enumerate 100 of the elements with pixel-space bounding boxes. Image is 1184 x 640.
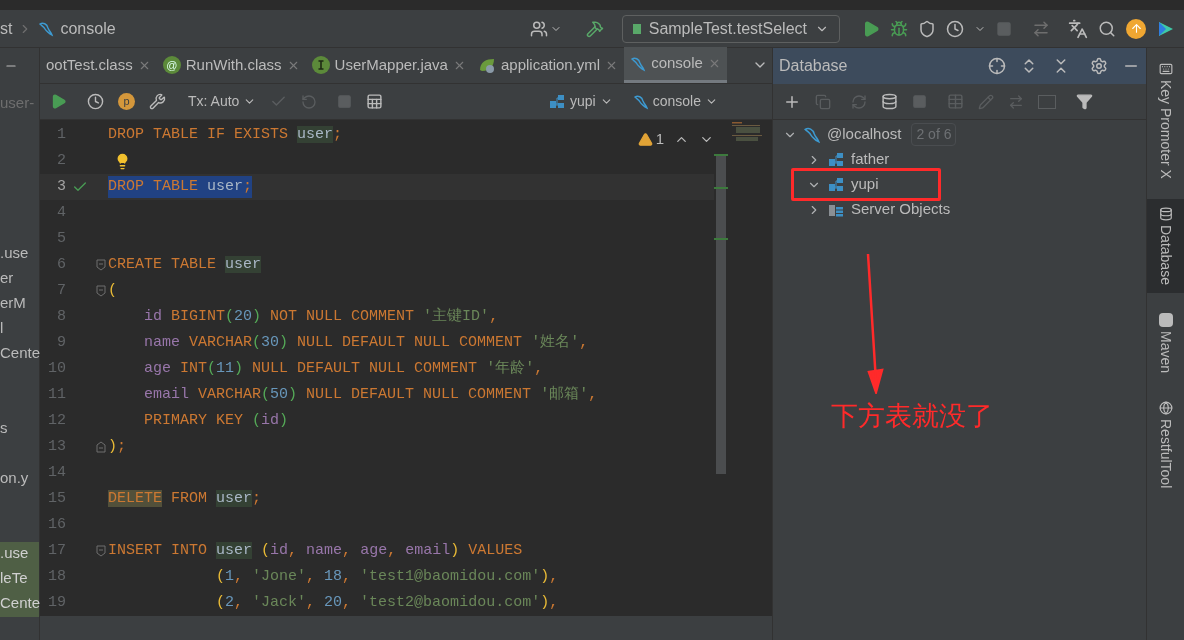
settings-icon[interactable] [1090,57,1108,75]
panel-title: Database [779,56,848,76]
coverage-icon[interactable] [918,19,936,38]
history-icon[interactable] [87,93,104,110]
code-line: email VARCHAR(50) NULL DEFAULT NULL COMMENT '邮箱', [143,384,598,405]
jump-icon[interactable] [1008,93,1024,110]
output-table-icon[interactable] [366,93,384,110]
translate-icon[interactable] [1068,18,1088,39]
line-number: 18 [47,566,66,587]
line-number: 4 [56,202,66,223]
code-line: name VARCHAR(30) NULL DEFAULT NULL COMMENT '姓名', [143,332,589,353]
annotation-text: 下方表就没了 [831,400,993,433]
editor-tab[interactable]: console [624,47,727,83]
table-icon[interactable] [947,93,964,110]
duplicate-icon[interactable] [815,93,831,110]
tree-item[interactable]: Server Objects [807,197,1146,222]
tree-item[interactable]: yupi [807,172,1146,197]
schema-icon [548,93,567,110]
line-number: 13 [47,436,66,457]
breadcrumb-item[interactable]: console [60,16,116,41]
editor-tab[interactable]: ootTest.class [40,47,157,83]
fold-marker-icon[interactable] [96,259,106,271]
project-tree-item[interactable]: s [0,417,39,442]
users-icon[interactable] [529,19,548,38]
line-number: 6 [56,254,66,275]
line-number: 7 [56,280,66,301]
filter-icon[interactable] [1076,93,1093,110]
code-line: ); [108,436,127,457]
schema-icon [827,176,845,193]
project-tree-item[interactable]: erM [0,292,39,317]
line-number: 11 [47,384,66,405]
minimap-drawing [732,122,764,142]
project-tree-item[interactable]: leTe [0,567,39,592]
stop-icon[interactable] [337,94,353,109]
update-icon[interactable] [1126,18,1146,39]
keyboard-icon [1158,62,1173,76]
refresh-icon[interactable] [851,93,867,110]
run-configuration-dropdown[interactable]: SampleTest.testSelect [621,14,840,43]
code-line: (2, 'Jack', 20, 'test2@baomidou.com'), [215,592,559,613]
tree-item[interactable]: father [807,147,1146,172]
code-line: DROP TABLE IF EXISTS user; [108,124,343,145]
search-icon[interactable] [1098,19,1116,38]
code-line: CREATE TABLE user [108,254,262,275]
line-number: 19 [47,592,66,613]
config-icon [632,23,641,34]
side-tool-tab[interactable]: Key Promoter X [1146,54,1184,187]
line-number: 3 [56,176,66,197]
run-icon[interactable] [862,19,880,38]
schema-icon [827,151,845,168]
project-tree-item[interactable]: er [0,267,39,292]
session-dropdown[interactable]: console [632,91,718,112]
rollback-icon[interactable] [301,93,318,110]
fold-marker-icon[interactable] [96,545,106,557]
hammer-icon[interactable] [585,19,604,38]
line-number: 8 [56,306,66,327]
stop-icon[interactable] [912,94,927,109]
schema-dropdown[interactable]: yupi [548,91,613,112]
leaf-icon [477,56,496,74]
code-line: (1, 'Jone', 18, 'test1@baomidou.com'), [215,566,559,587]
project-tree-item[interactable]: .use [0,242,39,267]
code-line: DELETE FROM user; [108,488,262,509]
warning-count[interactable]: 1 [637,128,664,151]
code-line: age INT(11) NULL DEFAULT NULL COMMENT '年龄', [143,358,544,379]
execute-icon[interactable] [50,93,67,110]
data-source-properties-icon[interactable] [881,93,898,110]
fold-marker-icon[interactable] [96,285,106,297]
database-icon [1158,206,1173,221]
project-tree-item[interactable]: l [0,317,39,342]
side-tool-tab[interactable]: Maven [1146,304,1184,381]
settings-wrench-icon[interactable] [149,93,166,110]
vcs-icon[interactable] [1032,19,1050,38]
code-line: id BIGINT(20) NOT NULL COMMENT '主键ID', [143,306,499,327]
breadcrumb-item[interactable]: st [0,16,13,41]
warning-icon [637,131,653,147]
project-tree-item[interactable]: on.y [0,467,39,492]
project-tree-item[interactable]: Cente [0,592,39,617]
line-number: 2 [56,150,66,171]
interface-icon [311,56,330,74]
project-tree-item[interactable]: Cente [0,342,39,367]
code-line: ( [108,280,117,301]
editor-tab[interactable]: application.yml [471,47,625,83]
debug-icon[interactable] [890,19,908,38]
code-line: PRIMARY KEY (id) [143,410,289,431]
locate-icon[interactable] [988,57,1006,75]
side-tool-tab[interactable]: RestfulTool [1146,392,1184,497]
profile-badge-icon[interactable]: p [118,93,135,110]
profile-icon[interactable] [946,19,964,38]
globe-icon [1158,400,1173,415]
line-number: 9 [56,332,66,353]
transaction-dropdown[interactable]: Tx: Auto [188,91,257,112]
editor-tab[interactable]: UserMapper.java [305,47,472,83]
editor-tab[interactable]: @ RunWith.class [156,47,306,83]
project-tree-item[interactable]: .use [0,542,39,567]
code-line: INSERT INTO user (id, name, age, email) VALUES [108,540,523,561]
scrollbar[interactable] [716,154,726,474]
stop-icon[interactable] [996,20,1012,37]
line-number: 15 [47,488,66,509]
side-tool-tab[interactable]: Database [1146,198,1184,293]
line-number: 17 [47,540,66,561]
fold-marker-icon[interactable] [96,441,106,453]
